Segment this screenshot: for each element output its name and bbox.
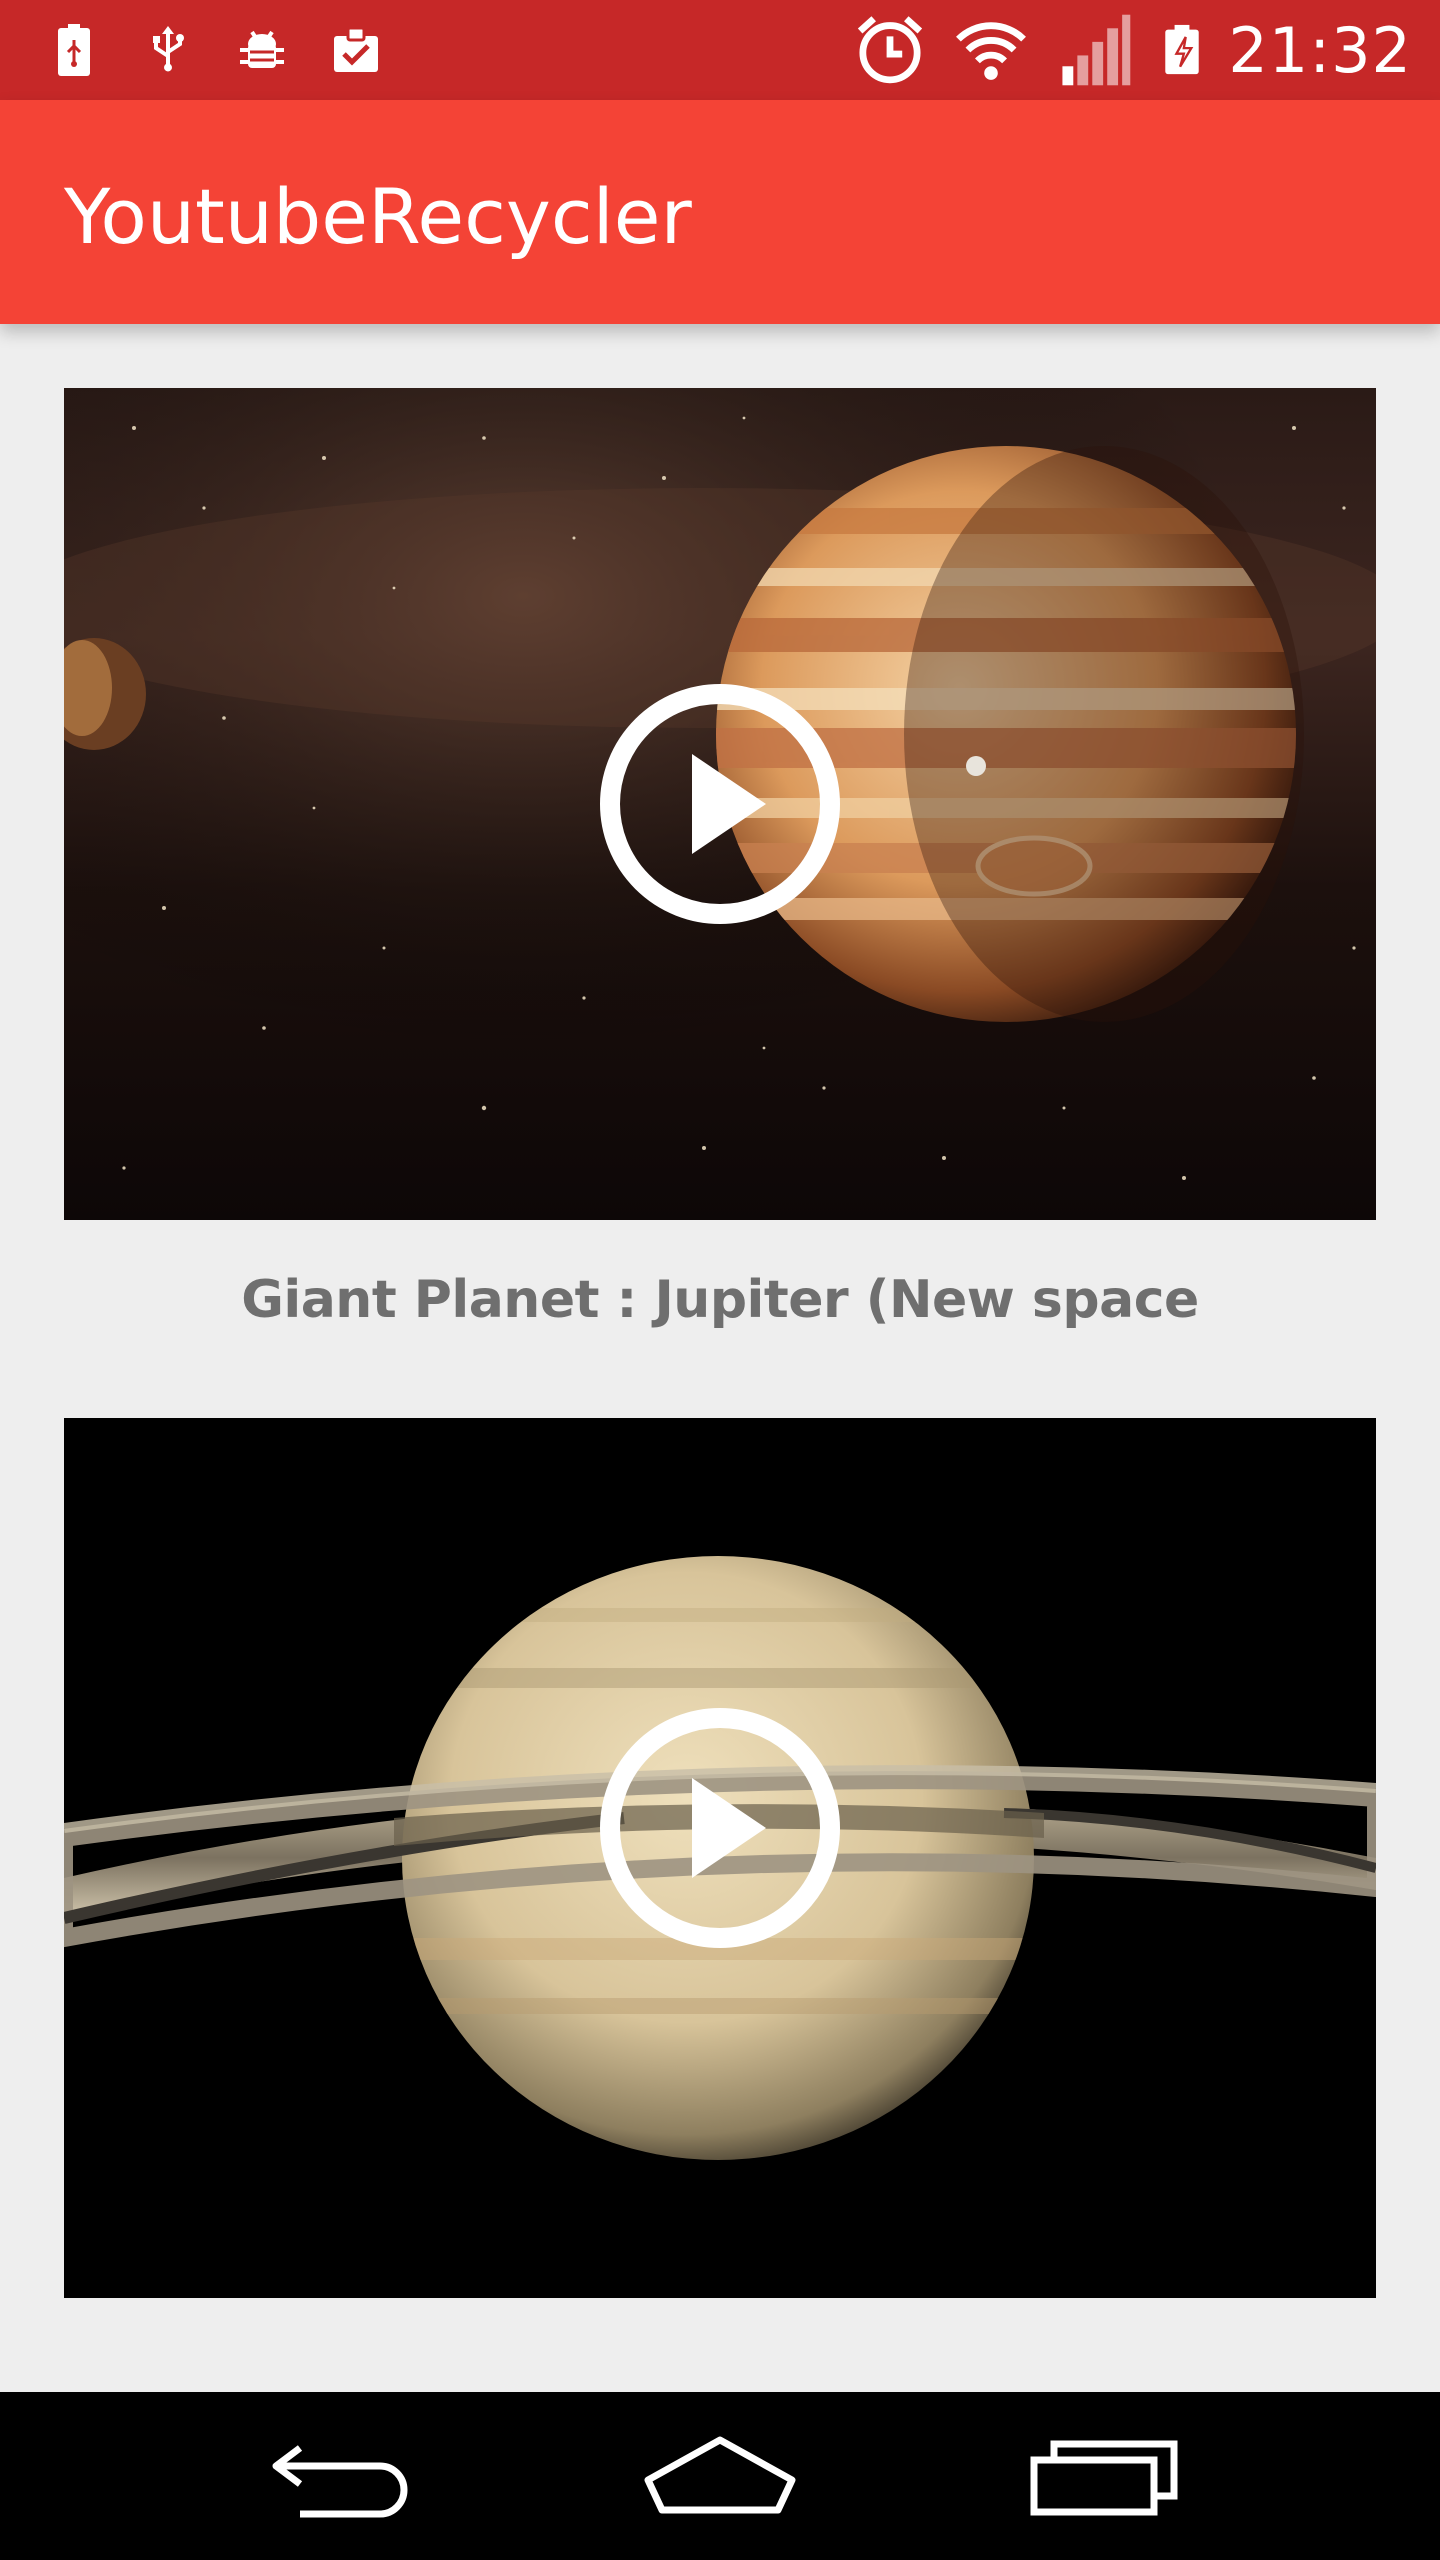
- recents-button[interactable]: [1024, 2426, 1184, 2526]
- video-title: Giant Planet : Jupiter (New space docume…: [241, 1270, 1199, 1490]
- play-button[interactable]: [600, 684, 840, 924]
- video-title: [64, 2298, 1376, 2392]
- wifi-icon: [948, 12, 1034, 88]
- app-screen: 21:32 YoutubeRecycler Giant Planet: Jup…: [0, 0, 1440, 2560]
- home-icon: [644, 2436, 796, 2514]
- clipboard-check-icon: [328, 22, 384, 78]
- back-icon: [272, 2445, 408, 2518]
- navigation-bar: [0, 2392, 1440, 2560]
- play-icon: [692, 1778, 766, 1878]
- play-icon: [692, 754, 766, 854]
- play-button[interactable]: [600, 1708, 840, 1948]
- android-debug-icon: [234, 22, 290, 78]
- video-card[interactable]: [64, 1418, 1376, 2392]
- battery-charging-icon: [1156, 11, 1208, 89]
- system-status: 21:32: [852, 0, 1412, 100]
- video-thumbnail-jupiter[interactable]: [64, 388, 1376, 1220]
- video-list[interactable]: Giant Planet : Jupiter (New space docume…: [0, 324, 1440, 2392]
- video-card[interactable]: Giant Planet : Jupiter (New space docume…: [64, 388, 1376, 1490]
- app-toolbar: YoutubeRecycler: [0, 100, 1440, 324]
- status-clock: 21:32: [1228, 13, 1412, 87]
- usb-icon: [140, 22, 196, 78]
- signal-icon: [1054, 12, 1136, 88]
- recents-icon: [1030, 2440, 1178, 2516]
- video-thumbnail-saturn[interactable]: [64, 1418, 1376, 2298]
- home-button[interactable]: [640, 2426, 800, 2526]
- notification-icons: [46, 14, 384, 86]
- status-bar: 21:32: [0, 0, 1440, 100]
- back-button[interactable]: [260, 2426, 420, 2526]
- app-title: YoutubeRecycler: [64, 172, 692, 261]
- alarm-icon: [852, 12, 928, 88]
- battery-usb-icon: [46, 22, 102, 78]
